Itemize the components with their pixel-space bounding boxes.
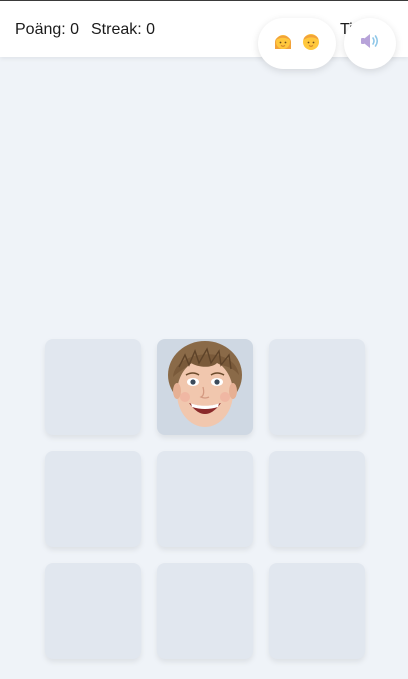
girl-face-icon — [272, 30, 294, 57]
board-tile-3[interactable] — [269, 339, 365, 435]
board-tile-9[interactable] — [269, 563, 365, 659]
boy-face-icon — [300, 30, 322, 57]
board-tile-1[interactable] — [45, 339, 141, 435]
board-tile-4[interactable] — [45, 451, 141, 547]
face-mode-toggle-button[interactable] — [258, 18, 336, 69]
board-tile-8[interactable] — [157, 563, 253, 659]
board-tile-6[interactable] — [269, 451, 365, 547]
memory-board — [45, 339, 365, 659]
speaker-icon — [359, 31, 381, 56]
score-label: Poäng: 0 — [15, 21, 80, 38]
streak-label: Streak: 0 — [91, 21, 156, 38]
board-tile-7[interactable] — [45, 563, 141, 659]
sound-toggle-button[interactable] — [344, 18, 396, 69]
child-face-image — [165, 339, 245, 435]
board-tile-2[interactable] — [157, 339, 253, 435]
board-tile-5[interactable] — [157, 451, 253, 547]
